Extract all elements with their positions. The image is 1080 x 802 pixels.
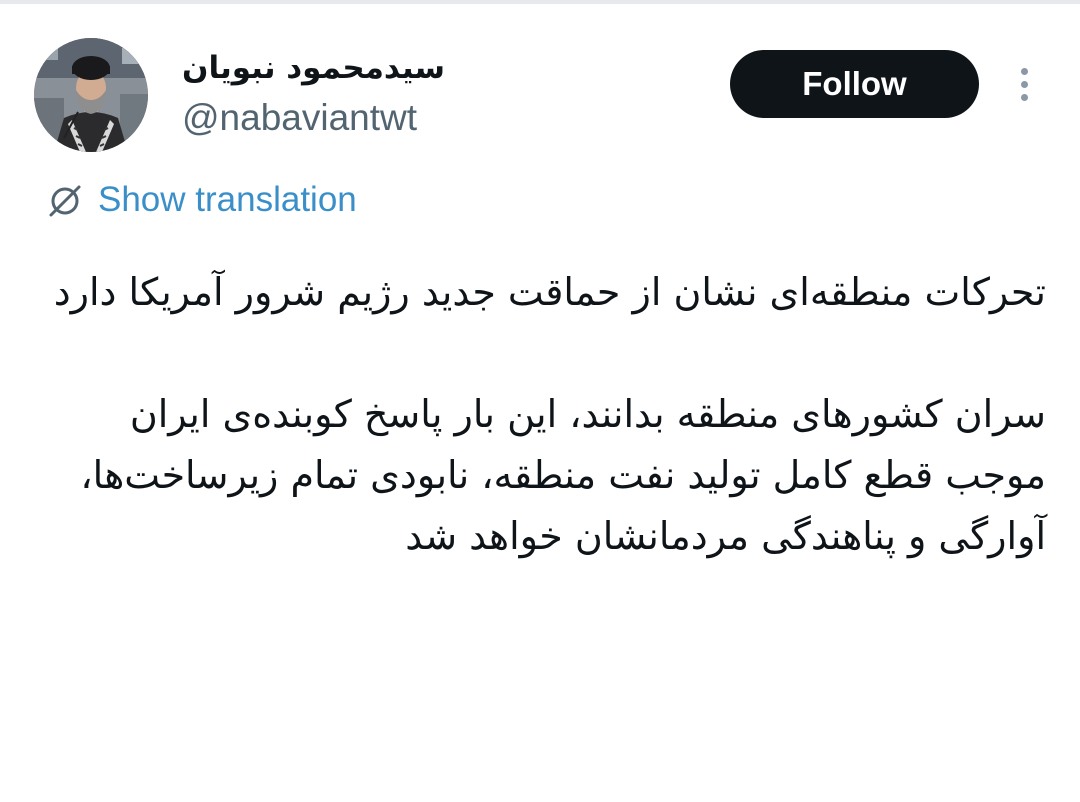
follow-button[interactable]: Follow (730, 50, 979, 118)
show-translation-link[interactable]: Show translation (98, 178, 357, 222)
top-divider (0, 0, 1080, 4)
author-handle[interactable]: @nabaviantwt (182, 95, 417, 141)
dot (1020, 67, 1028, 75)
avatar[interactable] (34, 38, 148, 152)
tweet-text: تحرکات منطقه‌ای نشان از حماقت جدید رژیم … (53, 270, 1046, 558)
dot (1020, 93, 1028, 101)
translate-icon[interactable] (46, 182, 84, 220)
dot (1020, 80, 1028, 88)
more-options-icon[interactable] (1008, 62, 1040, 106)
author-display-name[interactable]: سیدمحمود نبویان (182, 46, 482, 90)
